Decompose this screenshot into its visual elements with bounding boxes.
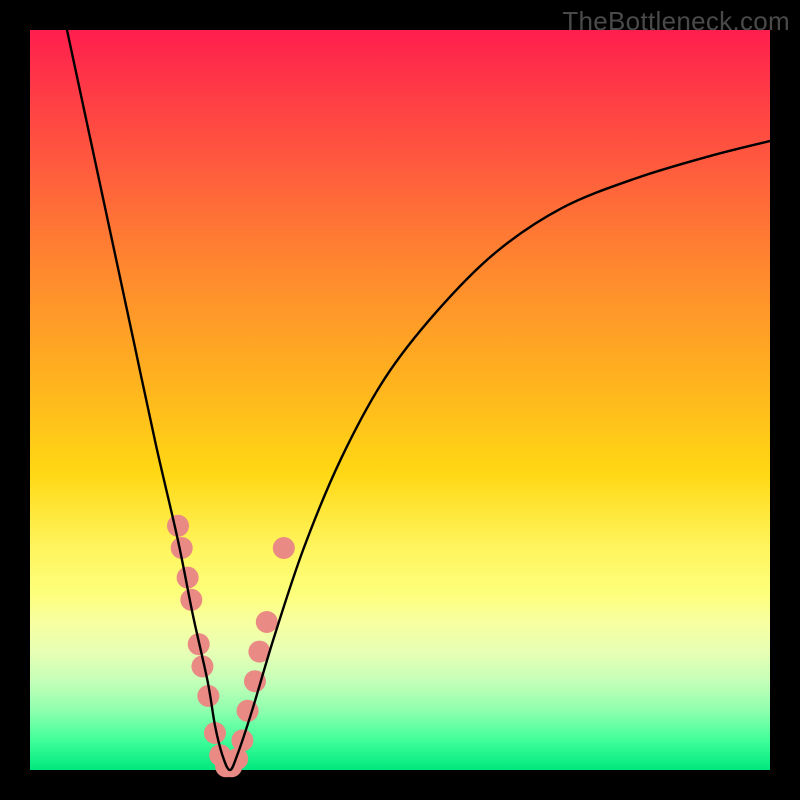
chart-frame: TheBottleneck.com bbox=[0, 0, 800, 800]
data-marker bbox=[167, 515, 189, 537]
chart-overlay bbox=[30, 30, 770, 770]
markers-group bbox=[167, 515, 295, 778]
data-marker bbox=[273, 537, 295, 559]
bottleneck-curve bbox=[67, 30, 770, 770]
data-marker bbox=[226, 748, 248, 770]
data-marker bbox=[256, 611, 278, 633]
